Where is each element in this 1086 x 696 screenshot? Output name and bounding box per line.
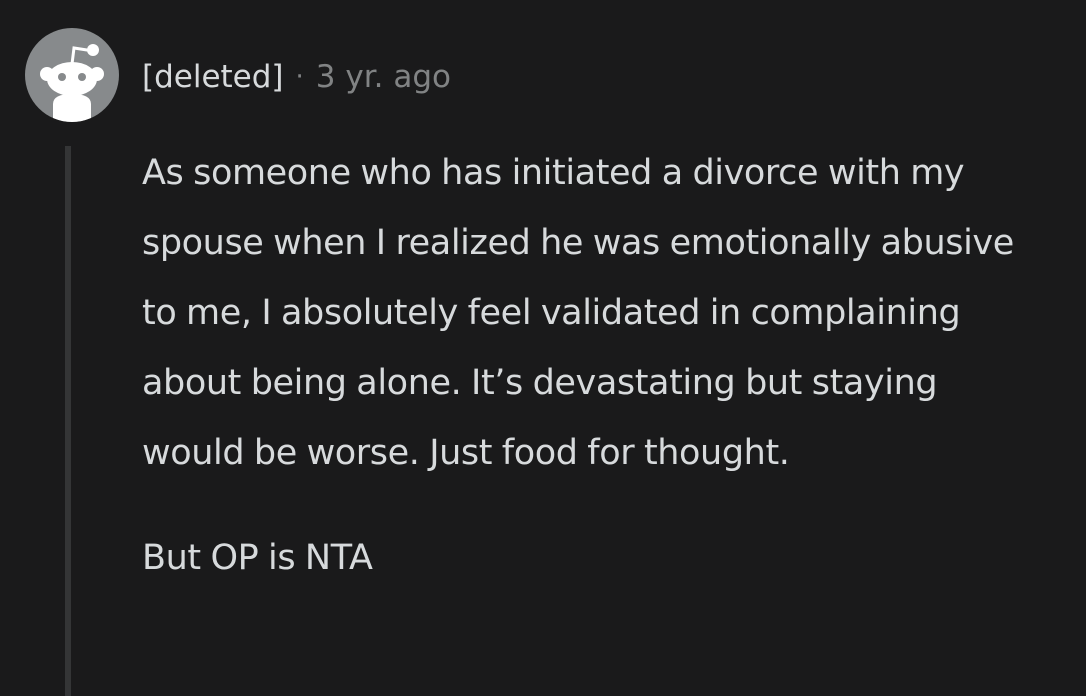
- author-name[interactable]: [deleted]: [142, 59, 284, 95]
- comment: [deleted] · 3 yr. ago As someone who has…: [0, 0, 1086, 696]
- avatar[interactable]: [25, 28, 119, 122]
- thread-line[interactable]: [65, 146, 71, 696]
- comment-paragraph: But OP is NTA: [142, 538, 373, 578]
- comment-body: As someone who has initiated a divorce w…: [142, 138, 1042, 593]
- comment-meta: [deleted] · 3 yr. ago: [142, 52, 451, 102]
- meta-separator: ·: [295, 62, 304, 92]
- timestamp[interactable]: 3 yr. ago: [316, 59, 451, 95]
- comment-paragraph: As someone who has initiated a divorce w…: [142, 153, 1014, 473]
- snoo-avatar-icon: [40, 44, 104, 122]
